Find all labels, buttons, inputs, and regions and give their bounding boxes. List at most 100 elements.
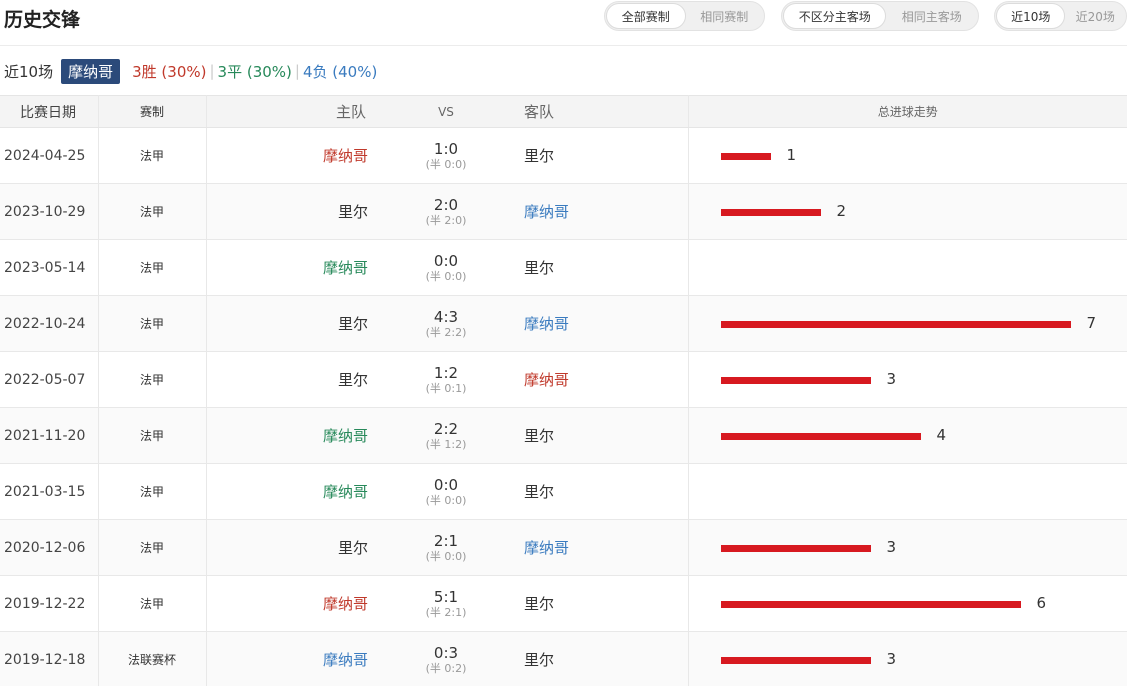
half-time-score: (半 2:2) [425, 325, 467, 339]
goal-trend-bar [720, 377, 871, 384]
table-row: 2020-12-06 法甲 里尔 2:1 (半 0:0) 摩纳哥 3 [0, 519, 1127, 576]
away-team[interactable]: 摩纳哥 [524, 519, 689, 576]
table-row: 2019-12-22 法甲 摩纳哥 5:1 (半 2:1) 里尔 6 [0, 575, 1127, 632]
home-team[interactable]: 摩纳哥 [206, 127, 368, 184]
goal-trend-bar [720, 601, 1021, 608]
away-team[interactable]: 里尔 [524, 463, 689, 520]
goal-trend-cell: 6 [688, 575, 1127, 632]
summary-wins: 3胜 (30%) [132, 62, 207, 81]
score-cell: 2:2 (半 1:2) [368, 407, 524, 464]
away-team[interactable]: 里尔 [524, 631, 689, 686]
goal-total-label: 3 [886, 538, 897, 556]
home-team[interactable]: 里尔 [206, 295, 368, 352]
half-time-score: (半 0:2) [425, 661, 467, 675]
filter-any-venue[interactable]: 不区分主客场 [783, 3, 887, 29]
full-time-score: 0:0 [433, 475, 459, 494]
full-time-score: 5:1 [433, 587, 459, 606]
competition: 法联赛杯 [98, 631, 207, 686]
filter-last-10[interactable]: 近10场 [996, 3, 1066, 29]
col-competition: 赛制 [98, 95, 207, 128]
goal-trend-cell [688, 463, 1127, 520]
half-time-score: (半 0:1) [425, 381, 467, 395]
goal-total-label: 2 [836, 202, 847, 220]
competition: 法甲 [98, 239, 207, 296]
full-time-score: 0:3 [433, 643, 459, 662]
goal-trend-bar [720, 321, 1071, 328]
col-vs: VS [368, 95, 524, 128]
filter-last-20[interactable]: 近20场 [1065, 3, 1125, 29]
full-time-score: 1:0 [433, 139, 459, 158]
summary-recent: 近10场 [4, 62, 54, 81]
home-team[interactable]: 摩纳哥 [206, 631, 368, 686]
home-team[interactable]: 摩纳哥 [206, 575, 368, 632]
match-date: 2022-10-24 [0, 295, 99, 352]
away-team[interactable]: 里尔 [524, 127, 689, 184]
match-date: 2021-11-20 [0, 407, 99, 464]
table-row: 2024-04-25 法甲 摩纳哥 1:0 (半 0:0) 里尔 1 [0, 127, 1127, 184]
goal-total-label: 3 [886, 370, 897, 388]
home-team[interactable]: 里尔 [206, 183, 368, 240]
score-cell: 1:0 (半 0:0) [368, 127, 524, 184]
competition-filter: 全部赛制 相同赛制 [604, 1, 765, 31]
header-bar: 历史交锋 全部赛制 相同赛制 不区分主客场 相同主客场 近10场 近20场 [0, 0, 1127, 46]
half-time-score: (半 2:1) [425, 605, 467, 619]
match-date: 2022-05-07 [0, 351, 99, 408]
home-team[interactable]: 摩纳哥 [206, 407, 368, 464]
competition: 法甲 [98, 127, 207, 184]
filter-same-venue[interactable]: 相同主客场 [886, 3, 977, 29]
home-team[interactable]: 摩纳哥 [206, 239, 368, 296]
home-team[interactable]: 里尔 [206, 351, 368, 408]
match-date: 2019-12-18 [0, 631, 99, 686]
summary-losses: 4负 (40%) [302, 62, 378, 81]
divider: | [209, 62, 215, 80]
full-time-score: 2:2 [433, 419, 459, 438]
away-team[interactable]: 摩纳哥 [524, 351, 689, 408]
score-cell: 5:1 (半 2:1) [368, 575, 524, 632]
home-team[interactable]: 里尔 [206, 519, 368, 576]
summary-draws: 3平 (30%) [217, 62, 292, 81]
half-time-score: (半 0:0) [425, 493, 467, 507]
goal-total-label: 1 [786, 146, 797, 164]
goal-trend-bar [720, 433, 921, 440]
away-team[interactable]: 摩纳哥 [524, 295, 689, 352]
half-time-score: (半 0:0) [425, 157, 467, 171]
goal-trend-bar [720, 545, 871, 552]
full-time-score: 1:2 [433, 363, 459, 382]
goal-trend-cell: 1 [688, 127, 1127, 184]
match-date: 2023-10-29 [0, 183, 99, 240]
competition: 法甲 [98, 295, 207, 352]
away-team[interactable]: 里尔 [524, 575, 689, 632]
score-cell: 4:3 (半 2:2) [368, 295, 524, 352]
team-badge: 摩纳哥 [61, 58, 121, 84]
table-row: 2023-10-29 法甲 里尔 2:0 (半 2:0) 摩纳哥 2 [0, 183, 1127, 240]
score-cell: 0:0 (半 0:0) [368, 239, 524, 296]
goal-trend-bar [720, 209, 821, 216]
away-team[interactable]: 摩纳哥 [524, 183, 689, 240]
score-cell: 0:0 (半 0:0) [368, 463, 524, 520]
goal-trend-cell: 3 [688, 631, 1127, 686]
filter-same-competition[interactable]: 相同赛制 [686, 3, 764, 29]
head-to-head-table: 比赛日期 赛制 主队 VS 客队 总进球走势 2024-04-25 法甲 摩纳哥 1:… [0, 95, 1127, 686]
match-date: 2024-04-25 [0, 127, 99, 184]
venue-filter: 不区分主客场 相同主客场 [781, 1, 979, 31]
divider: | [294, 62, 300, 80]
goal-trend-cell: 2 [688, 183, 1127, 240]
home-team[interactable]: 摩纳哥 [206, 463, 368, 520]
away-team[interactable]: 里尔 [524, 407, 689, 464]
table-row: 2022-05-07 法甲 里尔 1:2 (半 0:1) 摩纳哥 3 [0, 351, 1127, 408]
score-cell: 2:0 (半 2:0) [368, 183, 524, 240]
competition: 法甲 [98, 519, 207, 576]
score-cell: 0:3 (半 0:2) [368, 631, 524, 686]
goal-total-label: 6 [1036, 594, 1047, 612]
goal-trend-bar [720, 657, 871, 664]
count-filter: 近10场 近20场 [994, 1, 1127, 31]
competition: 法甲 [98, 407, 207, 464]
away-team[interactable]: 里尔 [524, 239, 689, 296]
full-time-score: 0:0 [433, 251, 459, 270]
goal-trend-cell: 7 [688, 295, 1127, 352]
table-row: 2021-03-15 法甲 摩纳哥 0:0 (半 0:0) 里尔 [0, 463, 1127, 520]
score-cell: 2:1 (半 0:0) [368, 519, 524, 576]
table-row: 2021-11-20 法甲 摩纳哥 2:2 (半 1:2) 里尔 4 [0, 407, 1127, 464]
filter-all-competitions[interactable]: 全部赛制 [606, 3, 686, 29]
col-goal-trend: 总进球走势 [688, 95, 1127, 128]
